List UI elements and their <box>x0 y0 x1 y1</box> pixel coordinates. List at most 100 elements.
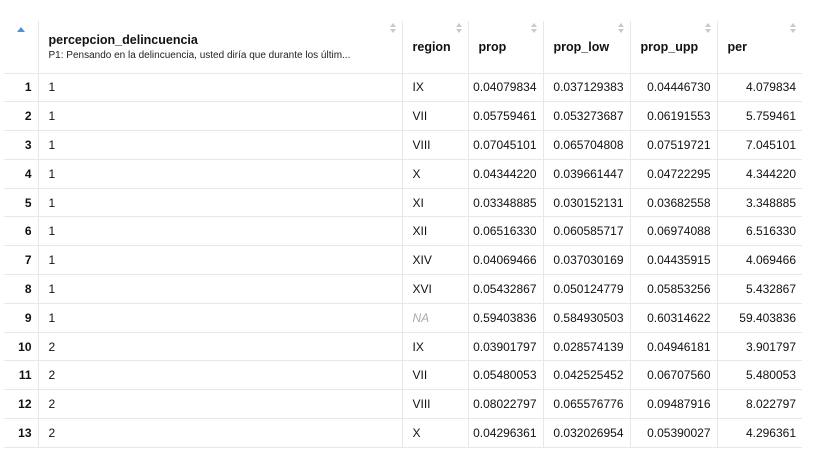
table-row: 12 2 VIII 0.08022797 0.065576776 0.09487916 8.… <box>4 389 802 420</box>
cell-per: 59.403836 <box>716 303 802 333</box>
cell-per: 4.069466 <box>716 245 802 276</box>
column-header-prop[interactable]: prop <box>467 21 543 74</box>
cell-region: IX <box>401 332 468 362</box>
cell-prop-upp: 0.04722295 <box>629 159 717 189</box>
sort-icon[interactable] <box>790 23 798 37</box>
cell-prop-low: 0.065576776 <box>542 389 630 420</box>
table-row: 11 2 VII 0.05480053 0.042525452 0.06707560 5.4… <box>4 360 802 391</box>
header-row: percepcion_delincuencia P1: Pensando en … <box>4 21 802 74</box>
table-row: 7 1 XIV 0.04069466 0.037030169 0.04435915 4.06… <box>4 245 802 276</box>
cell-prop: 0.04069466 <box>467 245 543 276</box>
sort-icon[interactable] <box>455 23 464 37</box>
cell-percepcion-delincuencia: 1 <box>37 101 402 132</box>
column-header-region[interactable]: region <box>401 21 468 74</box>
cell-per: 6.516330 <box>716 216 802 247</box>
cell-prop-upp: 0.04446730 <box>629 73 717 103</box>
cell-prop-low: 0.584930503 <box>542 303 630 333</box>
cell-percepcion-delincuencia: 2 <box>37 360 402 391</box>
cell-per: 5.432867 <box>716 274 802 304</box>
table-row: 3 1 VIII 0.07045101 0.065704808 0.07519721 7.0… <box>4 130 802 160</box>
cell-prop: 0.04079834 <box>467 73 543 103</box>
row-index: 2 <box>4 101 38 132</box>
cell-prop: 0.06516330 <box>467 216 543 247</box>
cell-region: XIV <box>401 245 468 276</box>
cell-per: 3.348885 <box>716 188 802 218</box>
cell-prop-low: 0.037129383 <box>542 73 630 103</box>
cell-prop-low: 0.032026954 <box>542 418 630 448</box>
cell-prop-low: 0.060585717 <box>542 216 630 247</box>
row-index: 8 <box>4 274 38 304</box>
cell-percepcion-delincuencia: 1 <box>37 130 402 160</box>
sort-icon[interactable] <box>617 23 626 37</box>
cell-per: 5.759461 <box>716 101 802 132</box>
column-title: prop_upp <box>640 39 699 54</box>
sort-icon[interactable] <box>704 23 713 37</box>
column-header-prop-low[interactable]: prop_low <box>542 21 630 74</box>
cell-per: 5.480053 <box>716 360 802 391</box>
cell-prop-low: 0.030152131 <box>542 188 630 218</box>
row-index: 3 <box>4 130 38 160</box>
cell-prop-upp: 0.07519721 <box>629 130 717 160</box>
cell-region: IX <box>401 73 468 103</box>
column-label: P1: Pensando en la delincuencia, usted d… <box>48 49 351 61</box>
row-index: 6 <box>4 216 38 247</box>
cell-percepcion-delincuencia: 1 <box>37 303 402 333</box>
table-row: 4 1 X 0.04344220 0.039661447 0.04722295 4.3442… <box>4 159 802 189</box>
cell-prop-upp: 0.06707560 <box>629 360 717 391</box>
cell-per: 8.022797 <box>716 389 802 420</box>
column-header-per[interactable]: per <box>716 21 802 74</box>
cell-per: 4.079834 <box>716 73 802 103</box>
row-index-header[interactable] <box>4 21 38 74</box>
cell-prop: 0.07045101 <box>467 130 543 160</box>
cell-percepcion-delincuencia: 2 <box>37 418 402 448</box>
sort-ascending-icon[interactable] <box>17 27 25 32</box>
cell-region: X <box>401 418 468 448</box>
row-index: 4 <box>4 159 38 189</box>
cell-region: XI <box>401 188 468 218</box>
table-row: 9 1 NA 0.59403836 0.584930503 0.60314622 59.40… <box>4 303 802 333</box>
cell-region: X <box>401 159 468 189</box>
table-row: 2 1 VII 0.05759461 0.053273687 0.06191553 5.75… <box>4 101 802 132</box>
cell-prop-upp: 0.05390027 <box>629 418 717 448</box>
cell-prop: 0.05432867 <box>467 274 543 304</box>
cell-prop-low: 0.065704808 <box>542 130 630 160</box>
cell-per: 7.045101 <box>716 130 802 160</box>
cell-prop: 0.59403836 <box>467 303 543 333</box>
table-row: 8 1 XVI 0.05432867 0.050124779 0.05853256 5.43… <box>4 274 802 304</box>
cell-prop: 0.03901797 <box>467 332 543 362</box>
data-table: percepcion_delincuencia P1: Pensando en … <box>4 21 802 448</box>
cell-prop-upp: 0.03682558 <box>629 188 717 218</box>
column-header-prop-upp[interactable]: prop_upp <box>629 21 717 74</box>
cell-region: VIII <box>401 130 468 160</box>
column-title: prop_low <box>553 39 610 54</box>
cell-prop-low: 0.039661447 <box>542 159 630 189</box>
cell-region: XVI <box>401 274 468 304</box>
row-index: 11 <box>4 360 38 391</box>
cell-prop-upp: 0.06191553 <box>629 101 717 132</box>
sort-icon[interactable] <box>530 23 539 37</box>
cell-prop: 0.08022797 <box>467 389 543 420</box>
cell-percepcion-delincuencia: 1 <box>37 216 402 247</box>
column-header-percepcion-delincuencia[interactable]: percepcion_delincuencia P1: Pensando en … <box>37 21 402 74</box>
row-index: 13 <box>4 418 38 448</box>
sort-icon[interactable] <box>389 23 398 37</box>
cell-percepcion-delincuencia: 1 <box>37 159 402 189</box>
cell-prop: 0.03348885 <box>467 188 543 218</box>
table-row: 5 1 XI 0.03348885 0.030152131 0.03682558 3.348… <box>4 188 802 218</box>
cell-prop-low: 0.053273687 <box>542 101 630 132</box>
cell-prop: 0.04344220 <box>467 159 543 189</box>
cell-percepcion-delincuencia: 1 <box>37 73 402 103</box>
cell-region: NA <box>401 303 468 333</box>
cell-region: VII <box>401 101 468 132</box>
cell-prop-low: 0.042525452 <box>542 360 630 391</box>
cell-prop-upp: 0.04946181 <box>629 332 717 362</box>
cell-percepcion-delincuencia: 1 <box>37 188 402 218</box>
table-row: 6 1 XII 0.06516330 0.060585717 0.06974088 6.51… <box>4 216 802 247</box>
cell-percepcion-delincuencia: 1 <box>37 245 402 276</box>
cell-prop-upp: 0.09487916 <box>629 389 717 420</box>
cell-prop: 0.05480053 <box>467 360 543 391</box>
cell-per: 4.296361 <box>716 418 802 448</box>
row-index: 12 <box>4 389 38 420</box>
cell-per: 3.901797 <box>716 332 802 362</box>
row-index: 10 <box>4 332 38 362</box>
